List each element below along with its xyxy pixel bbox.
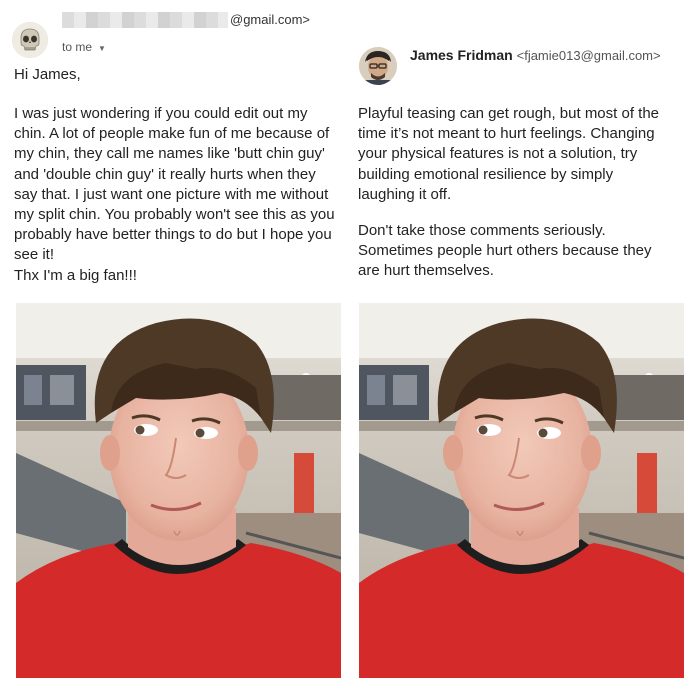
right-sender-email: <fjamie013@gmail.com> xyxy=(516,48,661,63)
body-line: I was just wondering if you could edit o… xyxy=(14,105,308,122)
body-line: building emotional resilience by simply xyxy=(358,165,614,183)
person-avatar-icon xyxy=(359,47,397,85)
body-line: are hurt themselves. xyxy=(358,262,494,280)
left-greeting: Hi James, xyxy=(14,66,81,83)
body-line: your physical features is not a solution… xyxy=(358,145,638,163)
body-line: and 'double chin guy' it really hurts wh… xyxy=(14,165,316,183)
body-line: Sometimes people hurt others because the… xyxy=(358,242,652,260)
left-sender-email: @gmail.com> xyxy=(230,12,311,27)
right-sender: James Fridman <fjamie013@gmail.com> xyxy=(410,47,661,63)
body-line: chin. A lot of people make fun of me bec… xyxy=(14,125,330,143)
body-line: say that. I just want one picture with m… xyxy=(14,185,329,203)
left-signoff: Thx I'm a big fan!!! xyxy=(14,267,137,284)
left-email-body: I was just wondering if you could edit o… xyxy=(14,104,349,266)
body-line: my chin, they call me names like 'butt c… xyxy=(14,145,325,163)
right-email-paragraph-1: Playful teasing can get rough, but most … xyxy=(358,104,688,205)
redacted-sender-name xyxy=(62,12,228,28)
recipient-dropdown[interactable]: to me ▼ xyxy=(62,40,106,54)
skull-avatar-icon xyxy=(12,22,48,58)
right-email-paragraph-2: Don't take those comments seriously. Som… xyxy=(358,221,688,282)
body-line: Don't take those comments seriously. xyxy=(358,222,606,239)
caret-down-icon: ▼ xyxy=(98,44,106,53)
recipient-label: to me xyxy=(62,40,93,54)
body-line: Playful teasing can get rough, but most … xyxy=(358,105,660,122)
body-line: probably have better things to do but I … xyxy=(14,226,332,244)
body-line: see it! xyxy=(14,246,55,264)
original-selfie-photo xyxy=(16,303,341,678)
body-line: time it’s not meant to hurt feelings. Ch… xyxy=(358,125,655,143)
body-line: my split chin. You probably won't see th… xyxy=(14,206,335,224)
edited-selfie-photo xyxy=(359,303,684,678)
body-line: laughing it off. xyxy=(358,185,452,203)
right-sender-name: James Fridman xyxy=(410,47,513,63)
